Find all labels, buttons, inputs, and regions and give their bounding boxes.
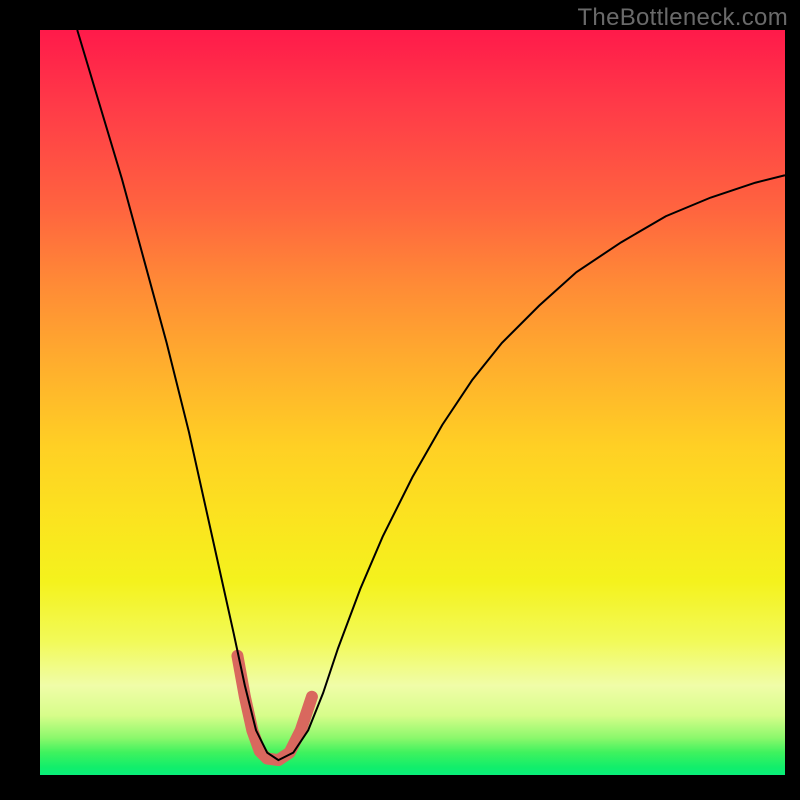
curve-svg [40,30,785,775]
optimal-marker [237,656,312,760]
plot-area [40,30,785,775]
watermark-text: TheBottleneck.com [577,4,788,32]
chart-frame: TheBottleneck.com [0,0,800,800]
bottleneck-curve [77,30,785,760]
